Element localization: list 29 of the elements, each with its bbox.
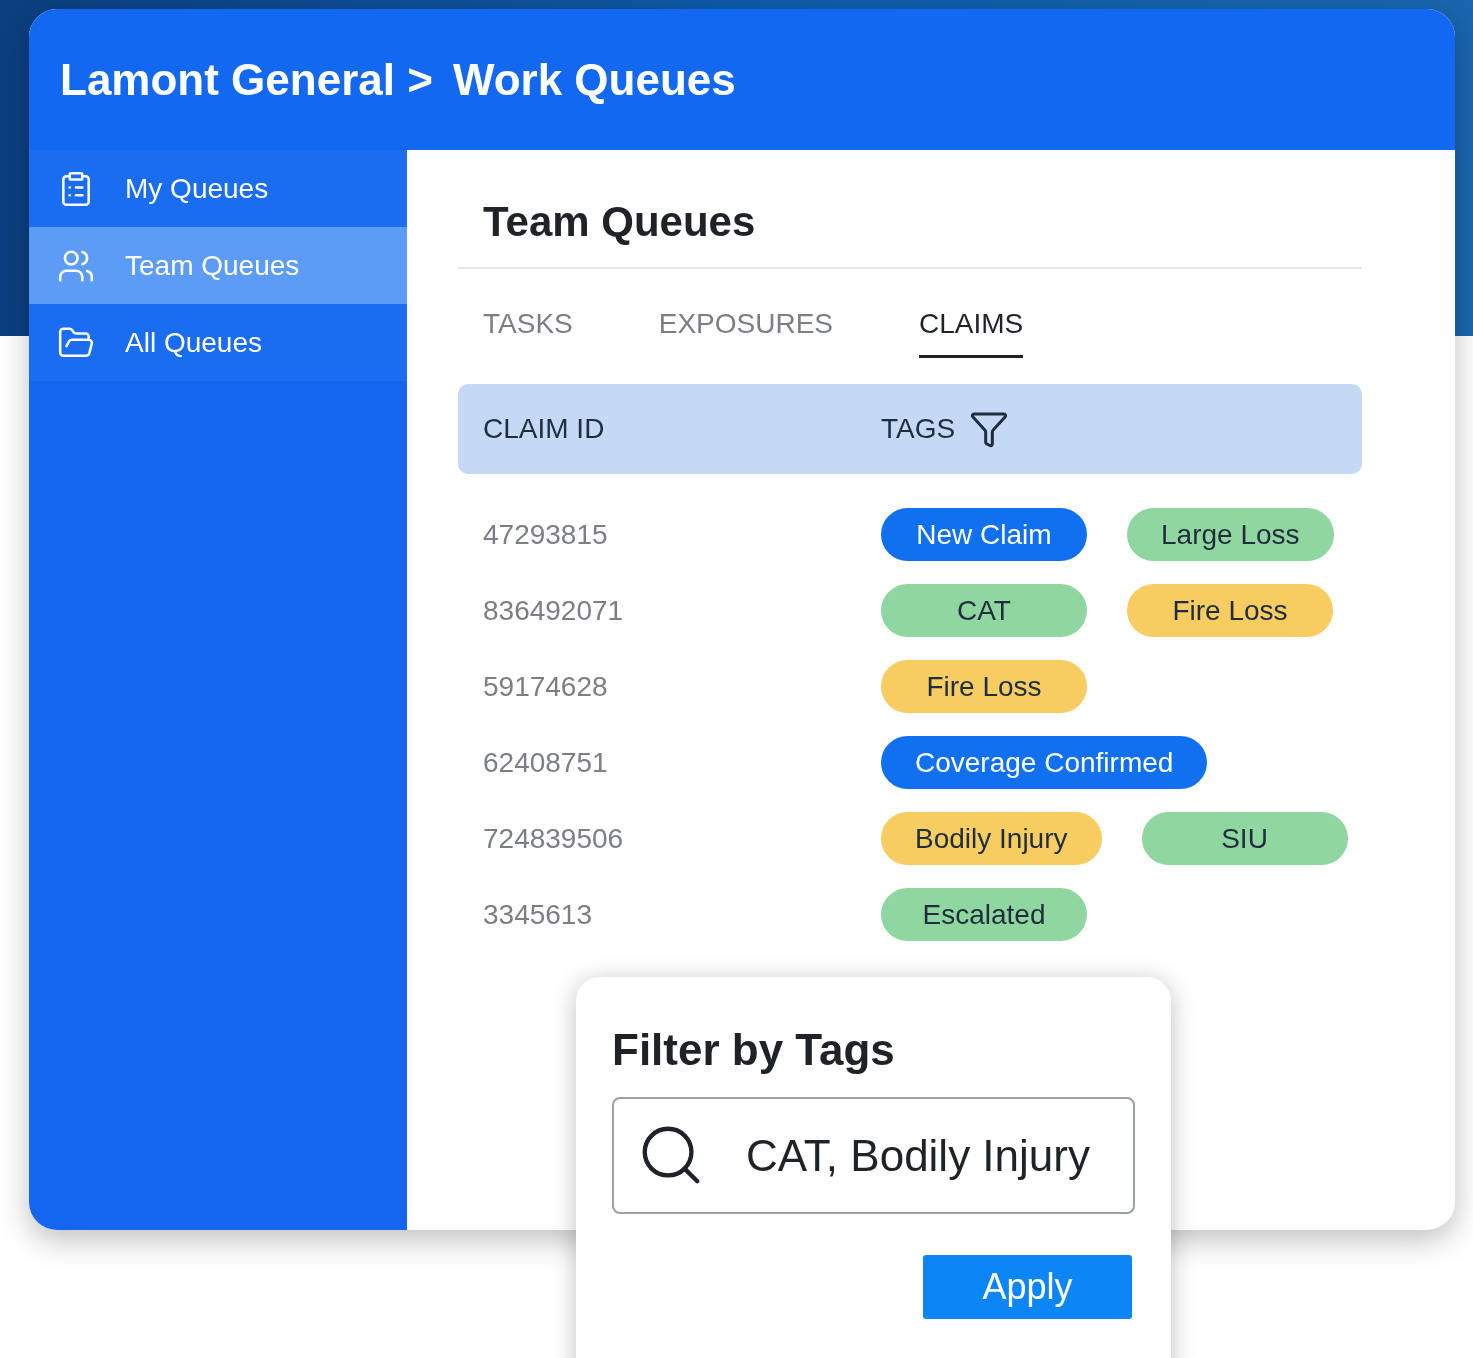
- column-header[interactable]: TAGS: [881, 408, 956, 450]
- claim-id: 59174628: [483, 669, 609, 704]
- tag: Coverage Confirmed: [881, 736, 1208, 789]
- tag: Escalated: [881, 888, 1087, 941]
- claim-id: 47293815: [483, 517, 609, 552]
- tag: CAT: [881, 584, 1087, 637]
- claim-id: 836492071: [483, 593, 625, 628]
- tag: Large Loss: [1127, 508, 1334, 561]
- tag: Fire Loss: [1127, 584, 1333, 637]
- claim-id: 3345613: [483, 897, 593, 932]
- tab[interactable]: TASKS: [483, 303, 573, 358]
- tag: SIU: [1141, 812, 1348, 865]
- popup-title: Filter by Tags: [612, 1024, 896, 1076]
- apply-button[interactable]: Apply: [923, 1255, 1132, 1319]
- tag: Bodily Injury: [881, 812, 1102, 865]
- tab[interactable]: CLAIMS: [919, 303, 1024, 358]
- page-title: Team Queues: [482, 197, 757, 247]
- tab[interactable]: EXPOSURES: [658, 303, 833, 358]
- breadcrumb-parent[interactable]: Lamont General >: [60, 46, 433, 113]
- sidebar-item[interactable]: Team Queues: [29, 227, 407, 304]
- tag: New Claim: [881, 508, 1087, 561]
- claim-id: 724839506: [483, 821, 625, 856]
- sidebar-item[interactable]: My Queues: [29, 150, 407, 227]
- claim-id: 62408751: [483, 745, 609, 780]
- tag: Fire Loss: [881, 660, 1087, 713]
- search-field[interactable]: CAT, Bodily Injury: [612, 1097, 1135, 1214]
- sidebar-item[interactable]: All Queues: [29, 304, 407, 381]
- breadcrumb-current: Work Queues: [452, 53, 736, 106]
- column-header: CLAIM ID: [483, 412, 606, 446]
